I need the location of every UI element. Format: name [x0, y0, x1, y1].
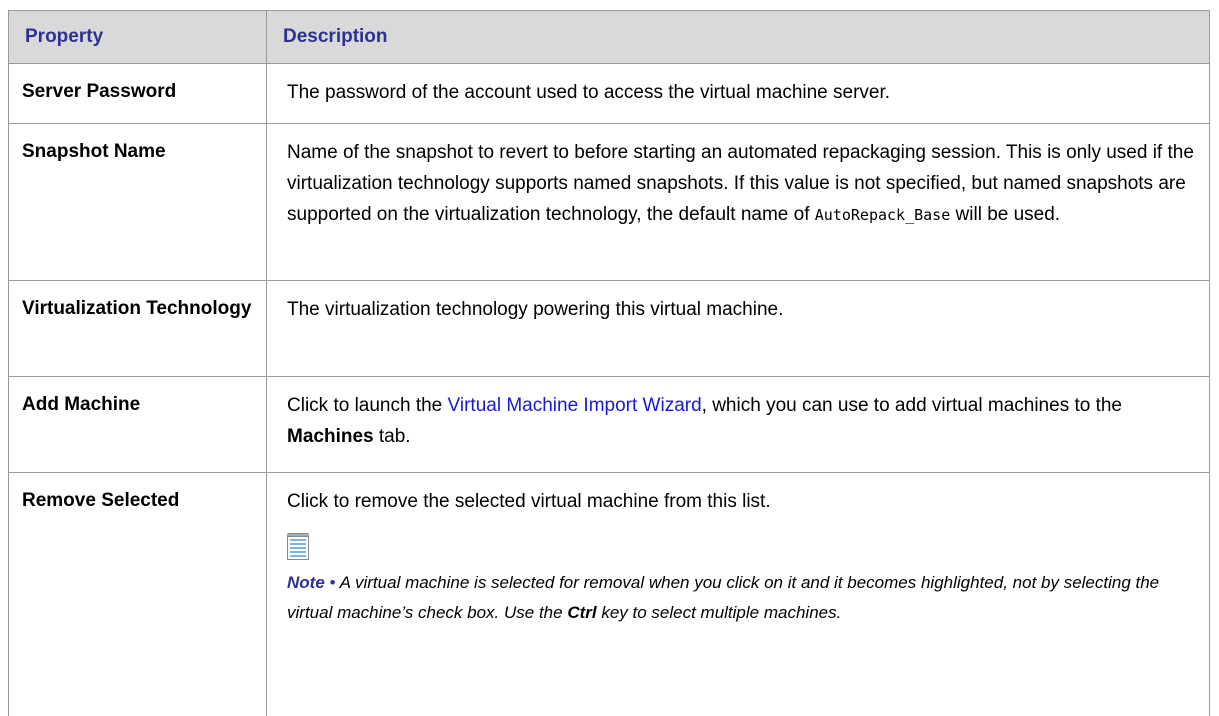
- table-row: Remove Selected Click to remove the sele…: [9, 473, 1210, 716]
- description-text: tab.: [374, 426, 411, 447]
- note-label: Note: [287, 573, 325, 592]
- note-body: key to select multiple machines.: [597, 603, 842, 622]
- description-text: Click to remove the selected virtual mac…: [287, 486, 1197, 517]
- import-wizard-link[interactable]: Virtual Machine Import Wizard: [448, 395, 702, 416]
- ui-term: Machines: [287, 426, 374, 447]
- note-icon: [287, 533, 309, 560]
- table-row: Virtualization Technology The virtualiza…: [9, 281, 1210, 377]
- property-description: Click to remove the selected virtual mac…: [267, 473, 1210, 716]
- table-header-row: Property Description: [9, 11, 1210, 64]
- description-column-header: Description: [267, 11, 1210, 64]
- table-row: Snapshot Name Name of the snapshot to re…: [9, 124, 1210, 281]
- description-text: Click to launch the: [287, 395, 448, 416]
- note-bullet: •: [330, 573, 336, 592]
- note-key: Ctrl: [567, 603, 596, 622]
- table-row: Server Password The password of the acco…: [9, 64, 1210, 124]
- description-text: will be used.: [950, 204, 1060, 225]
- note-text: Note • A virtual machine is selected for…: [287, 568, 1197, 628]
- property-name: Virtualization Technology: [9, 281, 267, 377]
- description-text: , which you can use to add virtual machi…: [702, 395, 1122, 416]
- property-name: Server Password: [9, 64, 267, 124]
- property-description: The virtualization technology powering t…: [267, 281, 1210, 377]
- property-description: Click to launch the Virtual Machine Impo…: [267, 377, 1210, 473]
- property-name: Snapshot Name: [9, 124, 267, 281]
- property-column-header: Property: [9, 11, 267, 64]
- code-value: AutoRepack_Base: [815, 206, 950, 224]
- property-description: Name of the snapshot to revert to before…: [267, 124, 1210, 281]
- property-table: Property Description Server Password The…: [8, 10, 1210, 716]
- property-description: The password of the account used to acce…: [267, 64, 1210, 124]
- property-name: Add Machine: [9, 377, 267, 473]
- table-row: Add Machine Click to launch the Virtual …: [9, 377, 1210, 473]
- property-name: Remove Selected: [9, 473, 267, 716]
